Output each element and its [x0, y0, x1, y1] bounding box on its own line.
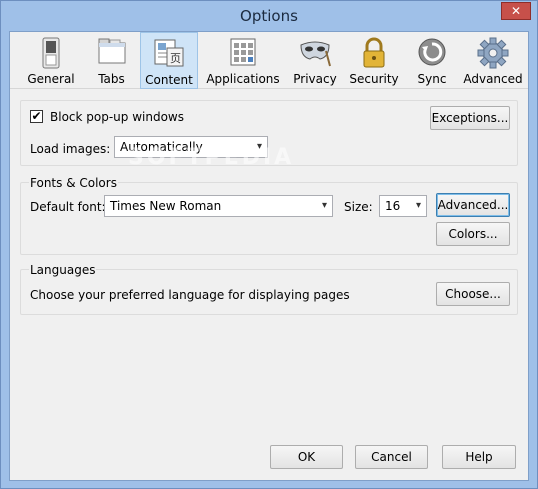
tab-security-label: Security [349, 72, 399, 86]
switch-icon [42, 37, 60, 69]
tab-applications-label: Applications [206, 72, 280, 86]
fonts-colors-legend: Fonts & Colors [29, 176, 118, 190]
applications-icon [230, 38, 256, 66]
ok-button[interactable]: OK [270, 445, 343, 469]
tab-tabs[interactable]: Tabs [84, 32, 139, 89]
tab-applications[interactable]: Applications [200, 32, 286, 89]
default-font-label: Default font: [30, 200, 106, 214]
size-label: Size: [344, 200, 373, 214]
softpedia-watermark: SOFTPEDIA [128, 145, 295, 170]
help-button[interactable]: Help [442, 445, 516, 469]
tab-security[interactable]: Security [344, 32, 404, 89]
tab-content-label: Content [145, 73, 193, 87]
load-images-label: Load images: [30, 142, 111, 156]
options-window: Options ✕ General Tabs 页 Content Applica… [0, 0, 538, 489]
default-font-value: Times New Roman [110, 199, 222, 213]
languages-panel: Languages Choose your preferred language… [20, 263, 518, 315]
gear-icon [477, 37, 509, 69]
choose-language-button[interactable]: Choose... [436, 282, 510, 306]
chevron-down-icon: ▾ [321, 200, 327, 211]
mask-icon [300, 41, 331, 67]
tab-general-label: General [27, 72, 75, 86]
block-popups-label: Block pop-up windows [50, 110, 184, 124]
tab-sync[interactable]: Sync [406, 32, 458, 89]
tab-privacy-label: Privacy [293, 72, 337, 86]
window-title: Options [240, 7, 298, 25]
options-client-area: General Tabs 页 Content Applications Priv… [9, 31, 529, 481]
font-size-select[interactable]: 16 ▾ [379, 195, 427, 217]
languages-description: Choose your preferred language for displ… [30, 288, 350, 302]
block-popups-checkbox[interactable]: ✔ [30, 110, 43, 123]
sync-icon [418, 38, 446, 66]
content-icon: 页 [154, 39, 184, 67]
category-toolbar: General Tabs 页 Content Applications Priv… [10, 32, 528, 89]
tab-tabs-label: Tabs [98, 72, 125, 86]
tab-advanced[interactable]: Advanced [460, 32, 526, 89]
tab-sync-label: Sync [417, 72, 447, 86]
tab-content[interactable]: 页 Content [140, 32, 198, 89]
colors-button[interactable]: Colors... [436, 222, 510, 246]
close-button[interactable]: ✕ [501, 2, 531, 20]
tabs-icon [98, 38, 125, 64]
title-bar[interactable]: Options ✕ [1, 1, 537, 31]
cancel-button[interactable]: Cancel [355, 445, 428, 469]
default-font-select[interactable]: Times New Roman ▾ [104, 195, 333, 217]
font-size-value: 16 [385, 199, 401, 213]
fonts-colors-panel: Fonts & Colors Default font: Times New R… [20, 176, 518, 255]
languages-legend: Languages [29, 263, 97, 277]
tab-advanced-label: Advanced [463, 72, 523, 86]
exceptions-button[interactable]: Exceptions... [430, 106, 510, 130]
tab-general[interactable]: General [18, 32, 84, 89]
svg-text:页: 页 [170, 52, 181, 65]
tab-privacy[interactable]: Privacy [288, 32, 342, 89]
font-advanced-button[interactable]: Advanced... [436, 193, 510, 217]
padlock-icon [363, 37, 385, 68]
chevron-down-icon: ▾ [415, 200, 421, 211]
